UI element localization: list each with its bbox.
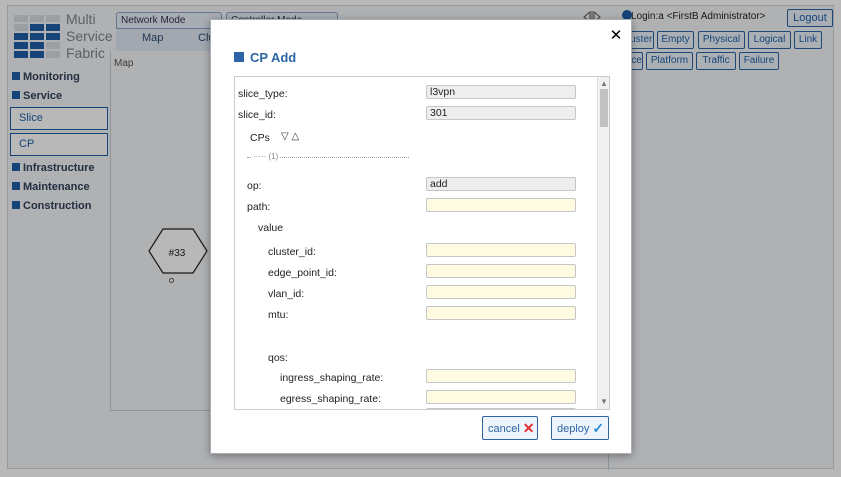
cps-group-label: CPs — [250, 132, 270, 144]
slice-id-field[interactable] — [426, 106, 576, 120]
next-field-partial[interactable] — [426, 408, 576, 409]
vlan-id-label: vlan_id: — [268, 288, 305, 300]
scroll-up-icon[interactable]: ▲ — [600, 79, 608, 88]
square-bullet-icon — [234, 52, 244, 62]
edge-point-id-label: edge_point_id: — [268, 267, 337, 279]
close-icon[interactable]: ✕ — [609, 28, 623, 43]
vlan-id-field[interactable] — [426, 285, 576, 299]
edge-point-id-field[interactable] — [426, 264, 576, 278]
slice-type-label: slice_type: — [238, 88, 288, 100]
scroll-thumb[interactable] — [600, 89, 608, 127]
op-label: op: — [247, 180, 262, 192]
form-content: slice_type: slice_id: CPs ▽ △ ····· (1) … — [235, 77, 597, 409]
cancel-button[interactable]: cancel ✕ — [482, 416, 538, 440]
ingress-shaping-rate-label: ingress_shaping_rate: — [280, 372, 384, 384]
form-scrollbar[interactable]: ▲ ▼ — [597, 77, 609, 409]
sort-toggle-icon[interactable]: ▽ △ — [281, 131, 299, 142]
list-item-index: ····· (1) — [251, 152, 281, 161]
egress-shaping-rate-label: egress_shaping_rate: — [280, 393, 381, 405]
path-field[interactable] — [426, 198, 576, 212]
cp-add-dialog: CP Add ✕ slice_type: slice_id: CPs ▽ △ ·… — [210, 19, 632, 454]
mtu-label: mtu: — [268, 309, 289, 321]
slice-type-field[interactable] — [426, 85, 576, 99]
form-panel: slice_type: slice_id: CPs ▽ △ ····· (1) … — [234, 76, 610, 410]
value-group-label: value — [258, 222, 284, 234]
cancel-x-icon: ✕ — [522, 420, 535, 436]
dialog-title: CP Add — [234, 50, 296, 65]
mtu-field[interactable] — [426, 306, 576, 320]
deploy-button[interactable]: deploy ✓ — [551, 416, 609, 440]
path-label: path: — [247, 201, 271, 213]
qos-group-label: qos: — [268, 352, 288, 364]
deploy-check-icon: ✓ — [592, 420, 605, 436]
egress-shaping-rate-field[interactable] — [426, 390, 576, 404]
scroll-down-icon[interactable]: ▼ — [600, 397, 608, 406]
op-field[interactable] — [426, 177, 576, 191]
slice-id-label: slice_id: — [238, 109, 276, 121]
ingress-shaping-rate-field[interactable] — [426, 369, 576, 383]
cluster-id-field[interactable] — [426, 243, 576, 257]
cluster-id-label: cluster_id: — [268, 246, 316, 258]
